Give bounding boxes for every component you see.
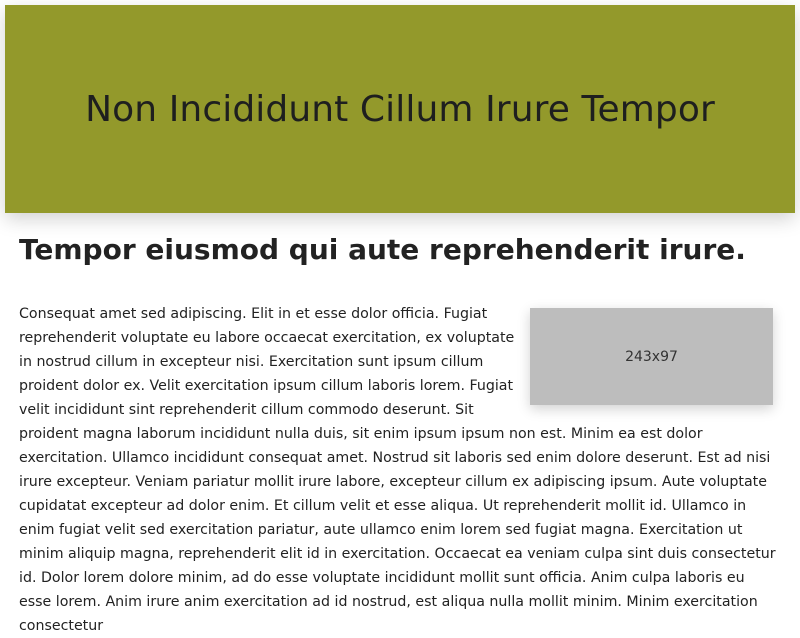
hero-title: Non Incididunt Cillum Irure Tempor xyxy=(85,88,715,130)
main-content: Tempor eiusmod qui aute reprehenderit ir… xyxy=(19,230,781,638)
article: 243x97 Consequat amet sed adipiscing. El… xyxy=(19,302,781,638)
section-heading: Tempor eiusmod qui aute reprehenderit ir… xyxy=(19,233,746,266)
image-placeholder-label: 243x97 xyxy=(625,348,678,365)
hero-banner: Non Incididunt Cillum Irure Tempor xyxy=(5,5,795,213)
image-placeholder: 243x97 xyxy=(530,308,773,405)
